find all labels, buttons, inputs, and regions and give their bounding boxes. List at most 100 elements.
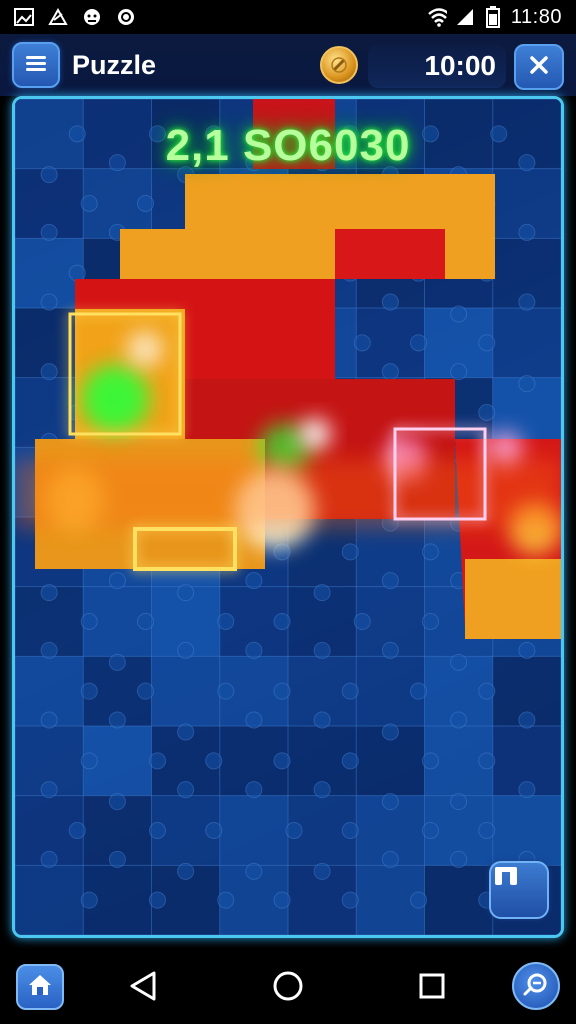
status-bar: 11:80 [0, 0, 576, 34]
piece-knob [381, 293, 399, 311]
piece-knob [245, 781, 263, 799]
piece-knob [80, 195, 98, 212]
piece-knob [245, 641, 263, 659]
zoom-icon [522, 971, 550, 1002]
menu-button[interactable] [12, 42, 60, 88]
piece-knob [137, 682, 154, 700]
piece-knob [518, 641, 536, 659]
piece-knob [381, 641, 399, 659]
piece-knob [273, 613, 291, 630]
piece-knob [422, 125, 439, 143]
piece-knob [353, 613, 371, 630]
image-icon [14, 7, 34, 27]
zoom-button[interactable] [512, 962, 560, 1010]
piece-knob [490, 125, 508, 143]
piece-knob [381, 363, 399, 381]
puzzle-tile[interactable] [356, 99, 425, 169]
app-header: Puzzle 10:00 [0, 34, 576, 96]
wifi-icon [427, 7, 447, 27]
piece-knob [450, 711, 468, 729]
piece-knob [341, 891, 359, 909]
status-left-icons [14, 7, 136, 27]
piece-knob [205, 822, 223, 839]
piece-knob [177, 584, 195, 602]
puzzle-board[interactable]: 2,1 SO6030 [12, 96, 564, 938]
puzzle-tile[interactable] [15, 865, 84, 935]
piece-knob [217, 891, 235, 909]
close-button[interactable] [514, 44, 564, 90]
page-title: Puzzle [72, 49, 157, 80]
android-icon [82, 7, 102, 27]
piece-knob [518, 293, 536, 311]
recents-icon[interactable] [418, 972, 446, 1005]
status-right: 11:80 [427, 6, 562, 29]
close-icon [527, 53, 551, 82]
piece-knob [40, 223, 58, 241]
status-time: 11:80 [510, 5, 562, 28]
piece-knob [217, 613, 235, 630]
piece-knob [341, 752, 359, 770]
piece-knob [381, 850, 399, 868]
coin-icon[interactable] [320, 46, 358, 84]
piece-knob [422, 543, 439, 561]
piece-knob [450, 653, 468, 671]
piece-knob [108, 793, 126, 811]
puzzle-tile[interactable] [219, 795, 288, 866]
piece-knob [313, 584, 331, 602]
piece-knob [177, 723, 195, 741]
piece-knob [450, 363, 468, 381]
piece-knob [80, 682, 98, 700]
nav-bar [0, 948, 576, 1024]
piece-knob [177, 862, 195, 880]
piece-knob [478, 752, 496, 770]
piece-knob [245, 862, 263, 880]
piece-knob [40, 293, 58, 311]
piece-knob [273, 752, 291, 770]
puzzle-tile[interactable] [492, 308, 561, 378]
piece-knob [450, 305, 468, 323]
piece-knob [149, 752, 166, 770]
piece-knob [245, 572, 263, 590]
piece-knob [80, 613, 98, 630]
piece-knob [68, 264, 86, 282]
sync-icon [116, 7, 136, 27]
piece-knob [40, 166, 58, 184]
piece-knob [273, 891, 291, 909]
piece-knob [450, 793, 468, 811]
piece-knob [478, 404, 496, 421]
piece-knob [108, 572, 126, 590]
piece-knob [518, 154, 536, 172]
menu-icon [24, 53, 48, 78]
piece-knob [410, 334, 427, 352]
piece-knob [478, 682, 496, 700]
piece-knob [149, 891, 166, 909]
puzzle-board-canvas[interactable] [15, 99, 561, 935]
piece-knob [205, 752, 223, 770]
back-icon[interactable] [128, 970, 158, 1007]
piece-knob [40, 584, 58, 602]
piece-knob [341, 543, 359, 561]
puzzle-tile[interactable] [151, 656, 220, 726]
piece-knob [149, 822, 166, 839]
piece-knob [40, 850, 58, 868]
piece-knob [108, 850, 126, 868]
piece-knob [108, 653, 126, 671]
piece-knob [108, 711, 126, 729]
piece-knob [422, 822, 439, 839]
piece-knob [518, 223, 536, 241]
cast-icon [48, 7, 68, 27]
piece-knob [40, 641, 58, 659]
piece-knob [341, 682, 359, 700]
piece-knob [137, 613, 154, 630]
piece-knob [422, 752, 439, 770]
piece-knob [381, 723, 399, 741]
piece-knob [410, 891, 427, 909]
piece-knob [381, 793, 399, 811]
piece-knob [40, 363, 58, 381]
timer-display: 10:00 [368, 44, 506, 88]
piece-knob [478, 822, 496, 839]
pieces-button[interactable] [489, 861, 549, 919]
home-button[interactable] [16, 964, 64, 1010]
circle-home-icon[interactable] [272, 970, 304, 1007]
piece-knob [80, 752, 98, 770]
